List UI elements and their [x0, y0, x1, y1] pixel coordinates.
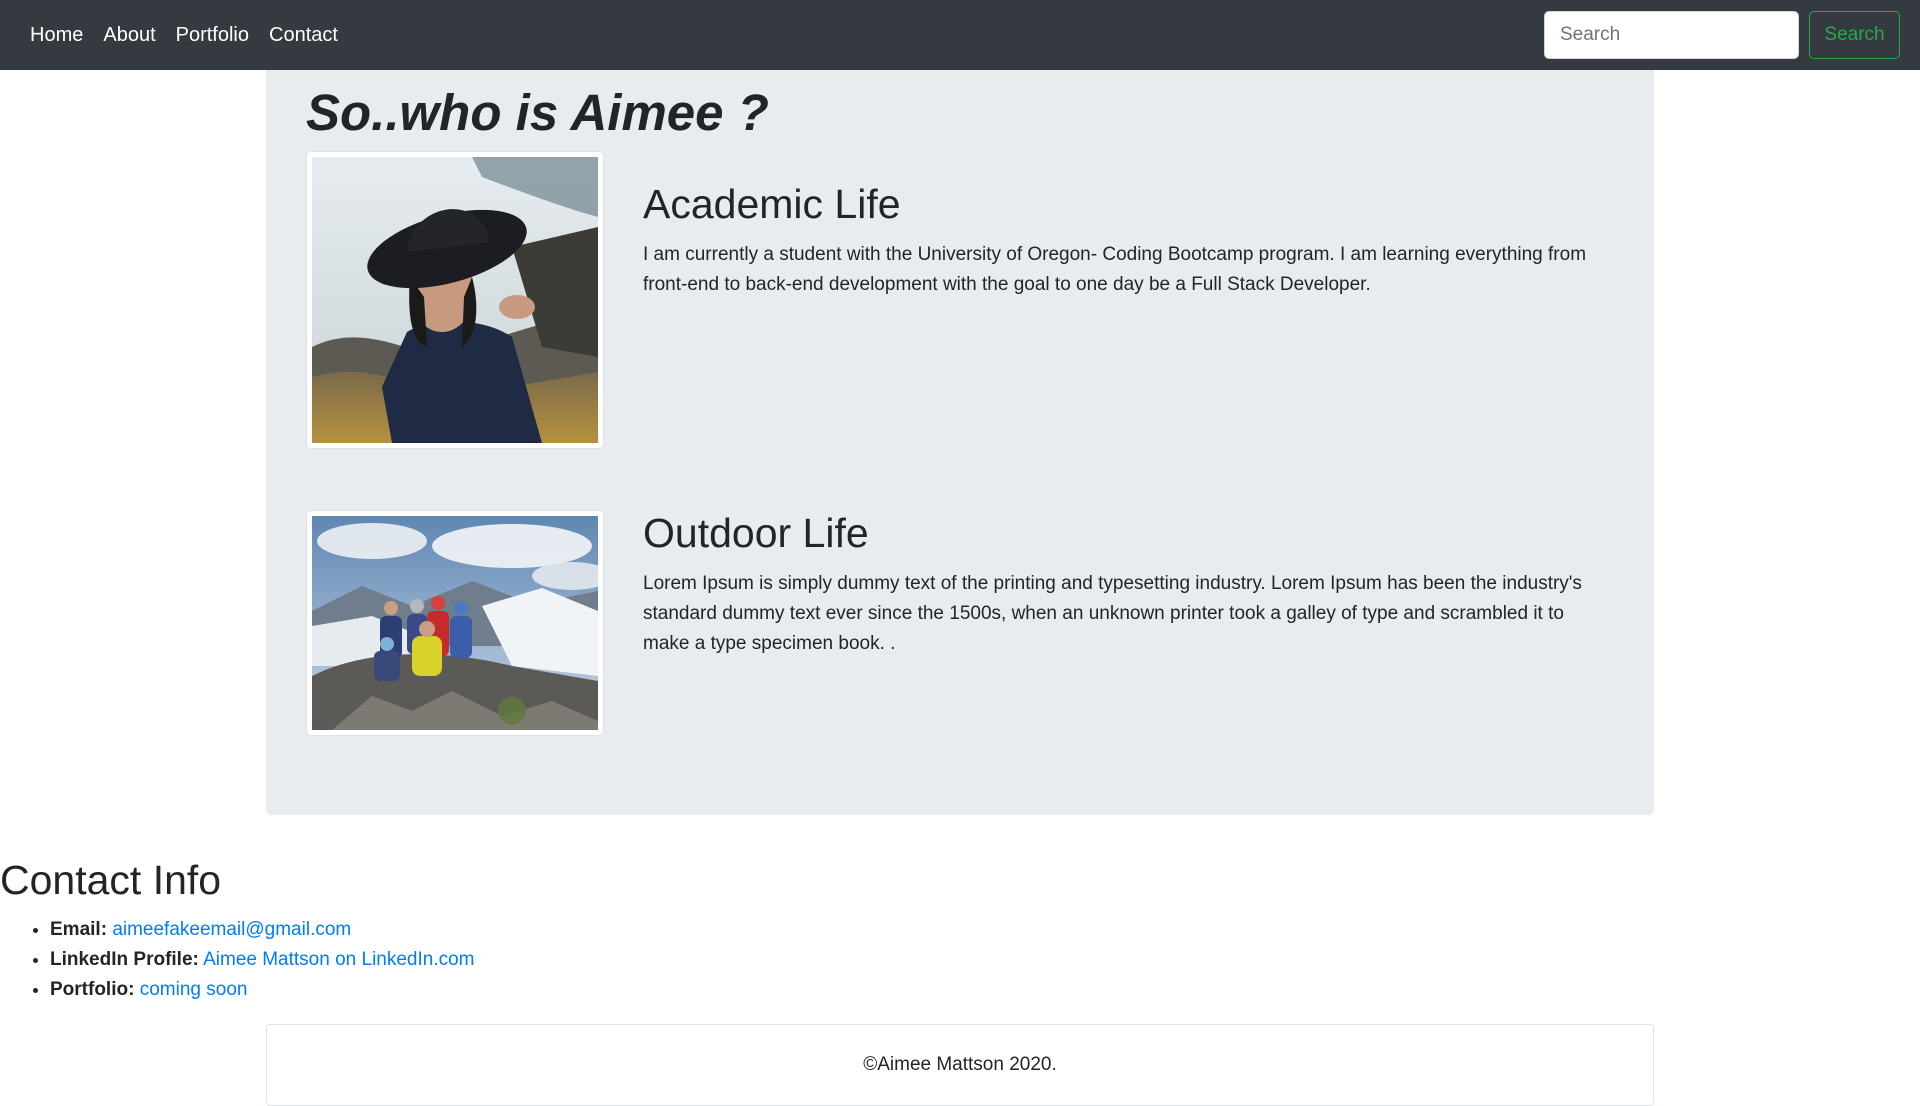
nav-link-about[interactable]: About	[103, 24, 155, 47]
outdoor-life-text: Lorem Ipsum is simply dummy text of the …	[643, 573, 1582, 654]
contact-item-email: Email: aimeefakeemail@gmail.com	[50, 915, 475, 945]
portfolio-label: Portfolio:	[50, 979, 135, 1000]
linkedin-link[interactable]: Aimee Mattson on LinkedIn.com	[203, 949, 474, 970]
academic-photo	[312, 157, 598, 443]
about-section: So..who is Aimee ? Academic Life I am cu…	[266, 70, 1654, 815]
contact-item-linkedin: LinkedIn Profile: Aimee Mattson on Linke…	[50, 945, 475, 975]
academic-life-heading: Academic Life	[643, 181, 901, 227]
navbar: Home About Portfolio Contact Search	[0, 0, 1920, 70]
linkedin-label: LinkedIn Profile:	[50, 949, 199, 970]
footer-copyright: ©Aimee Mattson 2020.	[863, 1054, 1057, 1075]
contact-item-portfolio: Portfolio: coming soon	[50, 975, 475, 1005]
outdoor-life-heading: Outdoor Life	[643, 510, 869, 556]
outdoor-photo	[312, 516, 598, 730]
academic-life-text: I am currently a student with the Univer…	[643, 244, 1587, 295]
search-input[interactable]	[1544, 11, 1799, 59]
contact-info-title: Contact Info	[0, 857, 222, 903]
nav-link-contact[interactable]: Contact	[269, 24, 338, 47]
nav-links: Home About Portfolio Contact	[30, 0, 338, 70]
email-link[interactable]: aimeefakeemail@gmail.com	[112, 919, 351, 940]
about-title: So..who is Aimee ?	[306, 84, 769, 141]
outdoor-photo-frame	[306, 510, 604, 736]
email-label: Email:	[50, 919, 108, 940]
academic-photo-frame	[306, 151, 604, 449]
search-button[interactable]: Search	[1809, 11, 1900, 59]
footer: ©Aimee Mattson 2020.	[266, 1024, 1654, 1106]
nav-link-portfolio[interactable]: Portfolio	[176, 24, 249, 47]
portfolio-link[interactable]: coming soon	[140, 979, 248, 1000]
nav-link-home[interactable]: Home	[30, 24, 83, 47]
contact-list: Email: aimeefakeemail@gmail.com LinkedIn…	[0, 915, 475, 1005]
